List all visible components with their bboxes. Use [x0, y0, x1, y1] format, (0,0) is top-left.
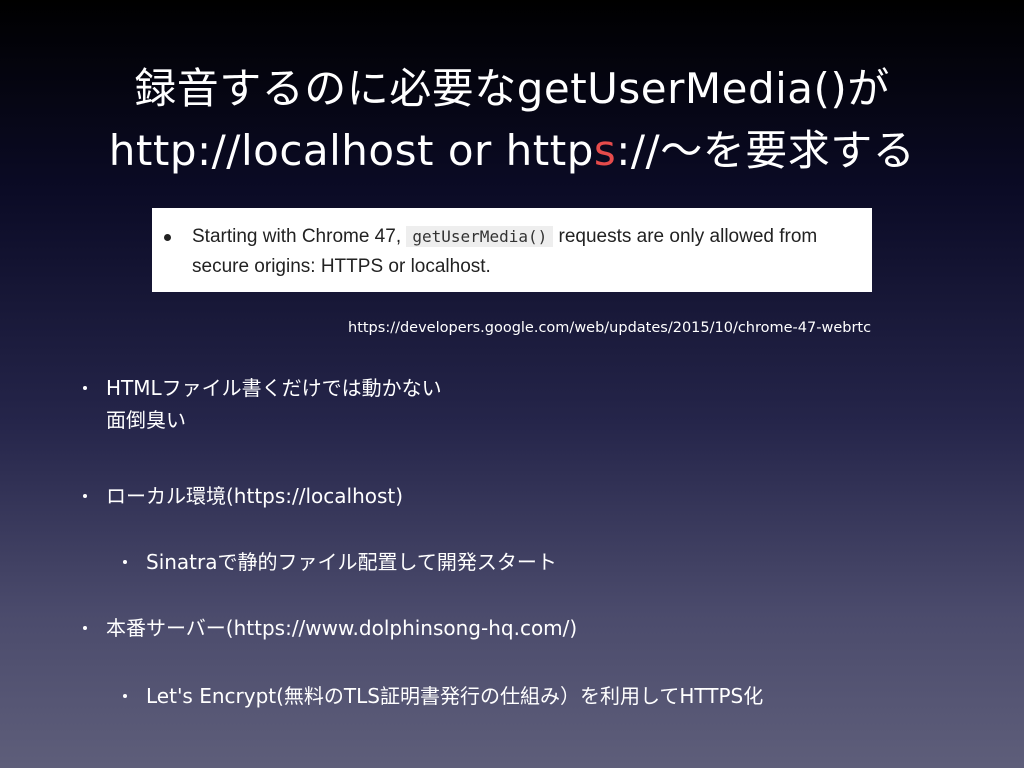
bullet-dot-icon [83, 494, 87, 498]
bullet-text: Sinatraで静的ファイル配置して開発スタート [146, 550, 557, 574]
title-line-2-pre: http://localhost or http [108, 126, 594, 175]
bullet-dot-icon [123, 694, 127, 698]
quote-screenshot: Starting with Chrome 47, getUserMedia() … [152, 208, 872, 292]
bullet-text: 本番サーバー(https://www.dolphinsong-hq.com/) [106, 616, 578, 640]
source-url: https://developers.google.com/web/update… [348, 320, 872, 336]
bullet-item: 本番サーバー(https://www.dolphinsong-hq.com/) [83, 612, 578, 644]
title-line-2-post: ://〜を要求する [616, 126, 916, 175]
bullet-dot-icon [164, 234, 171, 241]
bullet-dot-icon [83, 626, 87, 630]
bullet-item: ローカル環境(https://localhost) [83, 480, 404, 512]
quote-text-before: Starting with Chrome 47, [192, 226, 407, 247]
bullet-dot-icon [83, 386, 87, 390]
sub-bullet-item: Let's Encrypt(無料のTLS証明書発行の仕組み）を利用してHTTPS… [123, 680, 764, 712]
bullet-text: HTMLファイル書くだけでは動かない [106, 376, 442, 400]
bullet-dot-icon [123, 560, 127, 564]
bullet-text: Let's Encrypt(無料のTLS証明書発行の仕組み）を利用してHTTPS… [146, 684, 764, 708]
quote-code: getUserMedia() [406, 226, 554, 247]
bullet-item: HTMLファイル書くだけでは動かない 面倒臭い [83, 372, 442, 436]
title-line-1: 録音するのに必要なgetUserMedia()が [134, 64, 890, 113]
title-line-2: http://localhost or https://〜を要求する [0, 120, 1024, 182]
slide-title: 録音するのに必要なgetUserMedia()が http://localhos… [0, 58, 1024, 182]
sub-bullet-item: Sinatraで静的ファイル配置して開発スタート [123, 546, 557, 578]
bullet-text-line2: 面倒臭い [106, 408, 186, 432]
bullet-text: ローカル環境(https://localhost) [106, 484, 404, 508]
title-accent-s: s [593, 126, 617, 175]
